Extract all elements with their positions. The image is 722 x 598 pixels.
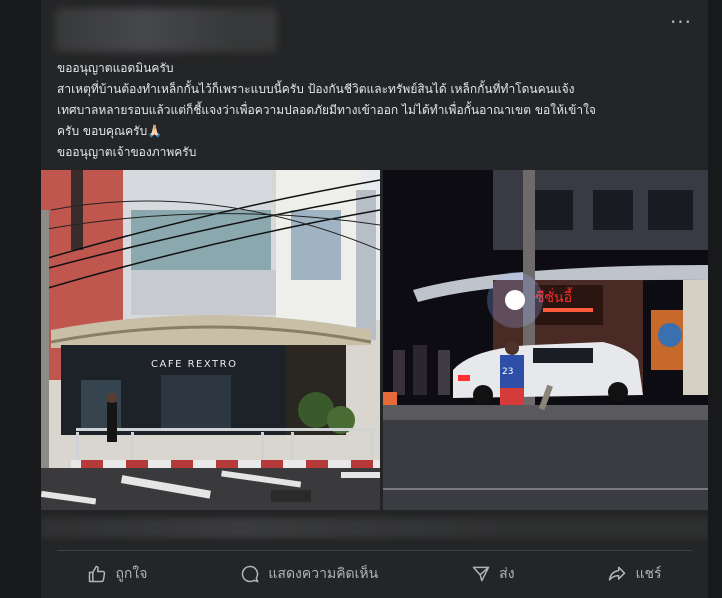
post-action-bar: ถูกใจ แสดงความคิดเห็น ส่ง แชร์ <box>41 555 708 593</box>
comment-bubble-icon <box>242 565 260 583</box>
post-text-line: สาเหตุที่บ้านต้องทำเหล็กกั้นไว้ก็เพราะแบ… <box>57 82 575 96</box>
send-button[interactable]: ส่ง <box>459 557 526 591</box>
like-button[interactable]: ถูกใจ <box>75 557 159 591</box>
send-icon <box>472 566 490 582</box>
post-text-line: ขออนุญาตเจ้าของภาพครับ <box>57 145 197 159</box>
cafe-sign-text: CAFE REXTRO <box>151 359 237 370</box>
post-text-line: ขออนุญาตแอดมินครับ <box>57 61 174 75</box>
photo-grid: CAFE REXTRO ซีซั่นอี้ 23 <box>41 170 708 510</box>
post-text-line: ครับ ขอบคุณครับ🙏🏻 <box>57 124 163 138</box>
send-label: ส่ง <box>499 566 515 582</box>
thumbs-up-icon <box>89 565 106 583</box>
more-options-button[interactable]: ··· <box>668 12 694 38</box>
photo-storefront[interactable]: CAFE REXTRO <box>41 170 380 510</box>
divider <box>57 550 692 551</box>
share-arrow-icon <box>609 566 626 581</box>
post-text: ขออนุญาตแอดมินครับ สาเหตุที่บ้านต้องทำเห… <box>57 58 697 163</box>
comment-label: แสดงความคิดเห็น <box>268 566 379 582</box>
share-label: แชร์ <box>635 566 662 582</box>
jersey-number: 23 <box>502 367 513 377</box>
post-text-line: เทศบาลหลายรอบแล้วแต่ก็ชี้แจงว่าเพื่อความ… <box>57 103 596 117</box>
share-button[interactable]: แชร์ <box>595 557 673 591</box>
like-label: ถูกใจ <box>115 566 148 582</box>
more-dots-icon: ··· <box>669 10 693 34</box>
comment-button[interactable]: แสดงความคิดเห็น <box>228 557 390 591</box>
author-header-blurred[interactable] <box>55 8 277 52</box>
reactions-summary-blurred[interactable] <box>41 518 708 538</box>
photo-night-accident[interactable]: ซีซั่นอี้ 23 <box>383 170 708 510</box>
post-card: ··· ขออนุญาตแอดมินครับ สาเหตุที่บ้านต้อง… <box>41 0 708 598</box>
